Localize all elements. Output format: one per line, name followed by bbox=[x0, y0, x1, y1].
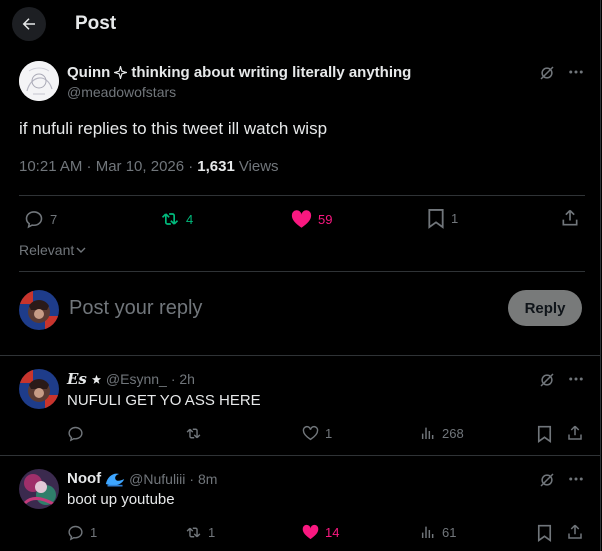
like-count: 59 bbox=[318, 211, 333, 227]
my-avatar[interactable] bbox=[19, 290, 59, 330]
post-text: if nufuli replies to this tweet ill watc… bbox=[19, 119, 328, 138]
author-avatar[interactable] bbox=[19, 61, 59, 101]
reply-action[interactable]: 7 bbox=[24, 209, 57, 229]
views-count: 1,631 bbox=[197, 158, 235, 175]
reply-avatar[interactable] bbox=[19, 369, 59, 409]
bookmark-button[interactable] bbox=[537, 524, 552, 542]
grok-button[interactable] bbox=[538, 471, 556, 489]
back-arrow-icon bbox=[22, 18, 35, 30]
repost-count: 4 bbox=[186, 211, 194, 227]
more-button[interactable] bbox=[567, 370, 585, 388]
reply-avatar[interactable] bbox=[19, 469, 59, 509]
divider bbox=[0, 455, 601, 456]
bookmark-icon bbox=[537, 524, 552, 542]
views-count: 61 bbox=[442, 524, 457, 540]
reply-views[interactable]: 268 bbox=[420, 425, 464, 441]
page-title: Post bbox=[75, 13, 117, 34]
reply-time[interactable]: · 2h bbox=[171, 371, 195, 387]
back-button[interactable] bbox=[12, 7, 46, 41]
post-page: Post Quinn thinking about writing litera… bbox=[0, 0, 601, 551]
chevron-down-icon bbox=[76, 247, 86, 253]
avatar-image bbox=[19, 369, 59, 409]
like-count: 1 bbox=[325, 425, 333, 441]
wave-icon bbox=[105, 473, 125, 486]
reply-author-handle[interactable]: @Esynn_ bbox=[106, 371, 167, 387]
avatar-sketch-image bbox=[19, 61, 59, 101]
grok-button[interactable] bbox=[538, 371, 556, 389]
bookmark-button[interactable] bbox=[537, 425, 552, 443]
share-icon bbox=[562, 209, 578, 226]
reply-time[interactable]: · 8m bbox=[189, 471, 217, 487]
grok-icon bbox=[540, 66, 554, 80]
bookmark-icon bbox=[428, 209, 444, 229]
like-icon bbox=[291, 210, 312, 228]
reply-icon bbox=[68, 426, 83, 442]
like-action[interactable]: 59 bbox=[291, 209, 332, 229]
repost-count: 1 bbox=[208, 525, 216, 540]
author-name-row[interactable]: Quinn thinking about writing literally a… bbox=[67, 64, 411, 81]
share-button[interactable] bbox=[566, 424, 584, 442]
divider bbox=[19, 271, 585, 272]
more-icon bbox=[569, 70, 583, 74]
reply-text: NUFULI GET YO ASS HERE bbox=[67, 392, 261, 409]
repost-icon bbox=[186, 428, 201, 439]
divider bbox=[0, 355, 601, 356]
share-icon bbox=[568, 524, 582, 539]
like-count: 14 bbox=[325, 524, 340, 540]
grok-button[interactable] bbox=[538, 64, 556, 82]
reply-views[interactable]: 61 bbox=[420, 524, 456, 540]
reply-author-name[interactable]: Es bbox=[67, 370, 87, 388]
bookmark-icon bbox=[537, 425, 552, 443]
author-name[interactable]: Quinn bbox=[67, 64, 110, 81]
repost-icon bbox=[161, 213, 179, 225]
post-meta: 10:21 AM · Mar 10, 2026 · 1,631 Views bbox=[19, 158, 279, 175]
reply-like-action[interactable]: 1 bbox=[302, 425, 332, 441]
sparkle-icon bbox=[114, 66, 128, 79]
views-label: Views bbox=[238, 158, 279, 175]
reply-reply-action[interactable]: 1 bbox=[67, 524, 97, 541]
share-icon bbox=[568, 425, 582, 440]
divider bbox=[19, 195, 585, 196]
views-icon bbox=[421, 526, 434, 538]
views-icon bbox=[421, 427, 434, 439]
more-icon bbox=[569, 377, 583, 381]
repost-icon bbox=[186, 527, 201, 538]
avatar-image bbox=[19, 469, 59, 509]
reply-repost-action[interactable]: 1 bbox=[185, 524, 215, 541]
sort-dropdown[interactable]: Relevant bbox=[19, 242, 86, 258]
bookmark-action[interactable]: 1 bbox=[427, 208, 458, 229]
repost-action[interactable]: 4 bbox=[160, 209, 193, 229]
reply-icon bbox=[25, 211, 43, 229]
reply-count: 7 bbox=[50, 211, 58, 227]
reply-reply-action[interactable] bbox=[67, 425, 90, 442]
reply-count: 1 bbox=[90, 525, 98, 540]
bookmark-count: 1 bbox=[451, 211, 459, 226]
sort-label: Relevant bbox=[19, 242, 75, 258]
like-icon bbox=[302, 524, 319, 540]
grok-icon bbox=[540, 473, 554, 487]
author-display-tail[interactable]: thinking about writing literally anythin… bbox=[131, 64, 411, 81]
like-icon bbox=[302, 425, 319, 441]
author-handle[interactable]: @meadowofstars bbox=[67, 84, 176, 100]
reply-repost-action[interactable] bbox=[185, 425, 208, 442]
star-icon bbox=[91, 374, 101, 384]
share-button[interactable] bbox=[566, 523, 584, 541]
reply-author-handle[interactable]: @Nufuliii bbox=[129, 471, 185, 487]
reply-text: boot up youtube bbox=[67, 491, 175, 508]
reply-author-name[interactable]: Noof bbox=[67, 470, 101, 487]
reply-header: Noof @Nufuliii · 8m bbox=[67, 470, 217, 487]
more-button[interactable] bbox=[567, 63, 585, 81]
reply-button[interactable]: Reply bbox=[508, 290, 582, 326]
views-count: 268 bbox=[442, 425, 464, 441]
reply-header: Es @Esynn_ · 2h bbox=[67, 370, 195, 388]
avatar-image bbox=[19, 290, 59, 330]
share-button[interactable] bbox=[560, 208, 580, 228]
more-icon bbox=[569, 477, 583, 481]
grok-icon bbox=[540, 373, 554, 387]
reply-like-action[interactable]: 14 bbox=[302, 524, 339, 540]
post-timestamp[interactable]: 10:21 AM · Mar 10, 2026 · bbox=[19, 158, 193, 175]
reply-icon bbox=[68, 525, 83, 541]
more-button[interactable] bbox=[567, 470, 585, 488]
reply-input[interactable]: Post your reply bbox=[69, 297, 202, 320]
